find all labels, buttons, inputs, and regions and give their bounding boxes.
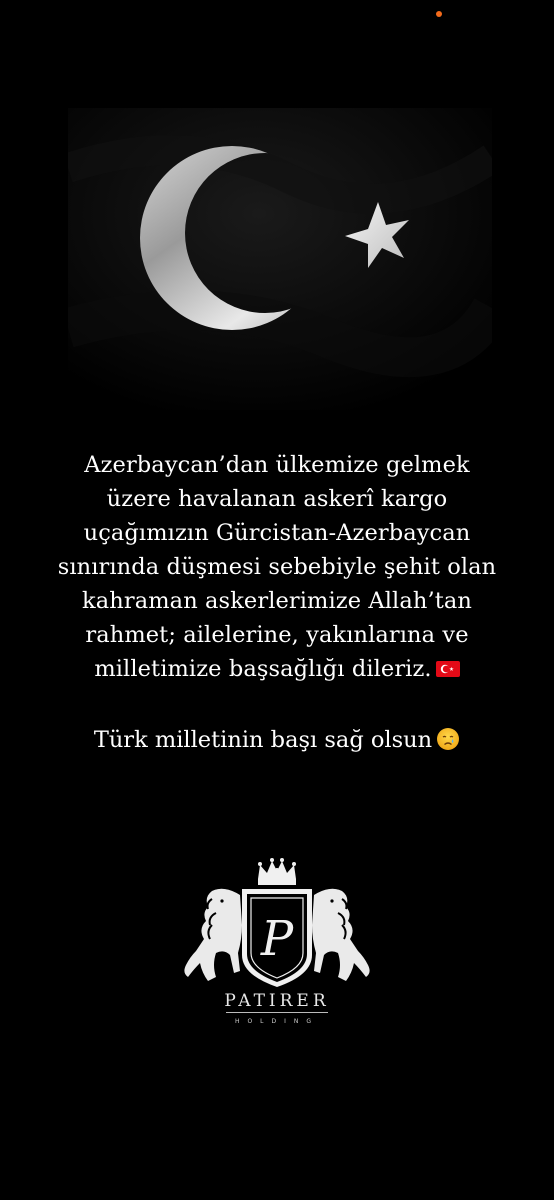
svg-text:P: P [260,911,294,967]
right-lion-icon [312,888,370,981]
status-indicator-dot [436,11,442,17]
turkey-flag-icon [435,661,460,677]
message-line: üzere havalanan askerî kargo [106,486,448,512]
crown-icon [258,858,296,885]
brand-subtitle: HOLDING [234,1018,320,1025]
crying-face-icon [437,728,460,750]
message-last-line: milletimize başsağlığı dileriz. [20,652,534,686]
turkish-flag-image [68,108,492,410]
message-line: sınırında düşmesi sebebiyle şehit olan [57,554,497,580]
message-line: kahraman askerlerimize Allah’tan [82,588,472,614]
closing-text: Türk milletinin başı sağ olsun [93,727,433,753]
brand-name: PATIRER [224,991,330,1011]
message-line: milletimize başsağlığı dileriz. [94,656,432,682]
message-line: Azerbaycan’dan ülkemize gelmek [84,452,470,478]
closing-message: Türk milletinin başı sağ olsun [20,723,534,757]
message-line: uçağımızın Gürcistan-Azerbaycan [83,520,471,546]
message-line: rahmet; ailelerine, yakınlarına ve [85,622,469,648]
condolence-message: Azerbaycan’dan ülkemize gelmek üzere hav… [20,448,534,686]
left-lion-icon [184,888,242,981]
shield-icon: P [242,889,312,987]
crescent-star-flag-icon [68,108,492,410]
brand-divider [226,1012,328,1013]
